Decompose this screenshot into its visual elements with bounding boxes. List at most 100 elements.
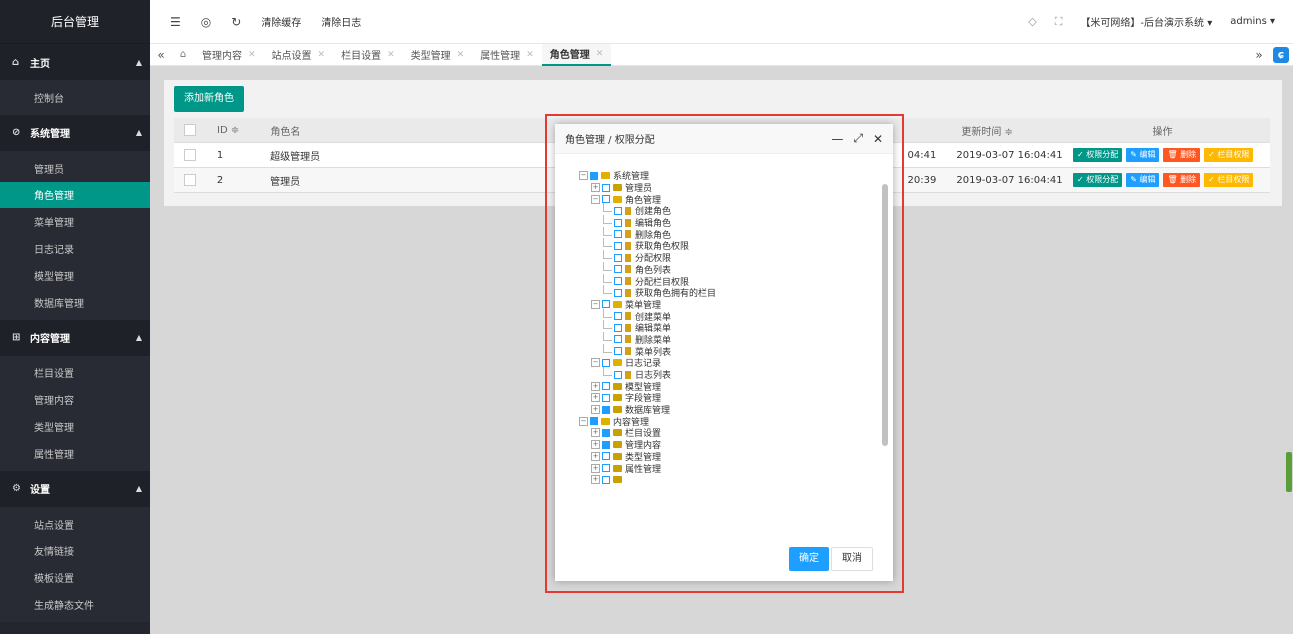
sidebar-item-console[interactable]: 控制台 <box>0 84 150 111</box>
tree-checkbox[interactable] <box>614 218 622 227</box>
expand-icon[interactable]: + <box>591 405 600 415</box>
column-perm-button[interactable]: ✓ 栏目权限 <box>1204 148 1254 162</box>
tree-node[interactable]: 创建角色 <box>579 203 879 217</box>
tree-checkbox[interactable] <box>602 393 610 402</box>
tree-node[interactable]: 删除角色 <box>579 226 879 241</box>
tree-checkbox[interactable] <box>614 312 622 321</box>
tree-node[interactable]: 删除菜单 <box>579 331 879 346</box>
tree-checkbox[interactable] <box>590 417 598 426</box>
tree-node[interactable]: 角色列表 <box>579 261 879 276</box>
close-icon[interactable]: ✕ <box>457 50 465 60</box>
tree-node[interactable]: 编辑菜单 <box>579 320 879 334</box>
tabs-scroll-right-icon[interactable]: » <box>1245 48 1273 62</box>
expand-icon[interactable]: + <box>591 451 600 461</box>
tree-node[interactable]: 分配栏目权限 <box>579 273 879 288</box>
tree-node[interactable]: + <box>579 474 879 486</box>
col-id[interactable]: ID ≑ <box>207 125 260 136</box>
sidebar-item-content[interactable]: 管理内容 <box>0 386 150 413</box>
close-icon[interactable]: ✕ <box>596 49 604 59</box>
expand-icon[interactable]: + <box>591 183 600 193</box>
tree-node[interactable]: 获取角色权限 <box>579 238 879 252</box>
assign-perm-button[interactable]: ✓ 权限分配 <box>1072 148 1123 162</box>
tree-node[interactable]: − 内容管理 <box>579 415 879 428</box>
globe-icon[interactable]: ◎ <box>201 15 211 29</box>
sidebar-item-models[interactable]: 模型管理 <box>0 262 150 289</box>
expand-icon[interactable]: + <box>591 428 600 438</box>
sidebar-group-system[interactable]: ⊘ 系统管理 ▲ <box>0 114 150 151</box>
tree-checkbox[interactable] <box>614 323 622 332</box>
sidebar-item-links[interactable]: 友情链接 <box>0 538 150 565</box>
sidebar-group-settings[interactable]: ⚙ 设置 ▲ <box>0 470 150 507</box>
sidebar-item-database[interactable]: 数据库管理 <box>0 289 150 316</box>
minimize-icon[interactable]: — <box>831 132 843 146</box>
tree-checkbox[interactable] <box>614 347 622 356</box>
tree-checkbox[interactable] <box>614 370 622 379</box>
tree-checkbox[interactable] <box>602 300 610 309</box>
sidebar-item-static[interactable]: 生成静态文件 <box>0 591 150 618</box>
refresh-icon[interactable]: ↻ <box>231 15 241 29</box>
user-dropdown[interactable]: admins ▾ <box>1230 16 1275 27</box>
tree-node[interactable]: − 菜单管理 <box>579 299 879 311</box>
tree-checkbox[interactable] <box>614 265 622 274</box>
tree-checkbox[interactable] <box>614 241 622 250</box>
tree-node[interactable]: + 属性管理 <box>579 462 879 475</box>
collapse-icon[interactable]: − <box>591 299 600 309</box>
fullscreen-icon[interactable]: ⛶ <box>1055 15 1063 29</box>
clear-log-button[interactable]: 清除日志 <box>321 14 361 29</box>
close-icon[interactable]: ✕ <box>248 50 256 60</box>
tree-checkbox[interactable] <box>602 195 610 204</box>
side-badge[interactable] <box>1286 452 1292 492</box>
row-checkbox[interactable] <box>184 149 196 161</box>
tree-checkbox[interactable] <box>614 288 622 297</box>
tree-node[interactable]: − 系统管理 <box>579 170 879 182</box>
tabs-scroll-left-icon[interactable]: « <box>150 48 172 62</box>
tree-checkbox[interactable] <box>602 382 610 391</box>
tree-checkbox[interactable] <box>614 206 622 215</box>
close-icon[interactable]: ✕ <box>318 50 326 60</box>
edit-button[interactable]: ✎ 编辑 <box>1126 173 1160 187</box>
tree-node[interactable]: 获取角色拥有的栏目 <box>579 285 879 299</box>
tree-node[interactable]: + 管理内容 <box>579 439 879 451</box>
tree-checkbox[interactable] <box>602 452 610 461</box>
tree-checkbox[interactable] <box>602 428 610 437</box>
tree-node[interactable]: − 角色管理 <box>579 193 879 206</box>
tree-node[interactable]: 菜单列表 <box>579 343 879 358</box>
row-checkbox[interactable] <box>184 174 196 186</box>
cancel-button[interactable]: 取消 <box>831 547 873 571</box>
tab-site[interactable]: 站点设置 ✕ <box>264 44 334 66</box>
home-tab-icon[interactable]: ⌂ <box>172 49 194 60</box>
sidebar-item-types[interactable]: 类型管理 <box>0 413 150 440</box>
sidebar-item-admins[interactable]: 管理员 <box>0 155 150 182</box>
tab-attrs[interactable]: 属性管理 ✕ <box>472 44 542 66</box>
tree-checkbox[interactable] <box>602 464 610 473</box>
tree-node[interactable]: 日志列表 <box>579 367 879 381</box>
expand-icon[interactable]: + <box>591 463 600 473</box>
close-icon[interactable]: ✕ <box>526 50 534 60</box>
sidebar-item-logs[interactable]: 日志记录 <box>0 235 150 262</box>
tree-node[interactable]: 分配权限 <box>579 250 879 264</box>
tree-checkbox[interactable] <box>614 335 622 344</box>
expand-icon[interactable]: + <box>591 475 600 485</box>
sidebar-group-content[interactable]: ⊞ 内容管理 ▲ <box>0 319 150 356</box>
modal-scrollbar[interactable] <box>882 184 888 446</box>
expand-icon[interactable]: + <box>591 393 600 403</box>
tree-node[interactable]: + 字段管理 <box>579 392 879 404</box>
collapse-icon[interactable]: − <box>591 194 600 204</box>
tree-checkbox[interactable] <box>602 475 610 484</box>
tree-node[interactable]: + 模型管理 <box>579 380 879 393</box>
tree-node[interactable]: + 类型管理 <box>579 451 879 463</box>
close-icon[interactable]: ✕ <box>873 132 883 146</box>
tree-node[interactable]: + 管理员 <box>579 182 879 194</box>
tree-checkbox[interactable] <box>602 440 610 449</box>
tree-checkbox[interactable] <box>614 277 622 286</box>
tree-node[interactable]: 编辑角色 <box>579 215 879 229</box>
sidebar-item-site[interactable]: 站点设置 <box>0 511 150 538</box>
tree-checkbox[interactable] <box>602 358 610 367</box>
tree-node[interactable]: 创建菜单 <box>579 308 879 323</box>
site-dropdown[interactable]: 【米可网络】-后台演示系统 ▾ <box>1080 14 1212 29</box>
tab-types[interactable]: 类型管理 ✕ <box>403 44 473 66</box>
tree-node[interactable]: + 栏目设置 <box>579 427 879 439</box>
sidebar-item-attrs[interactable]: 属性管理 <box>0 440 150 467</box>
sidebar-item-menus[interactable]: 菜单管理 <box>0 208 150 235</box>
tree-node[interactable]: + 数据库管理 <box>579 404 879 416</box>
